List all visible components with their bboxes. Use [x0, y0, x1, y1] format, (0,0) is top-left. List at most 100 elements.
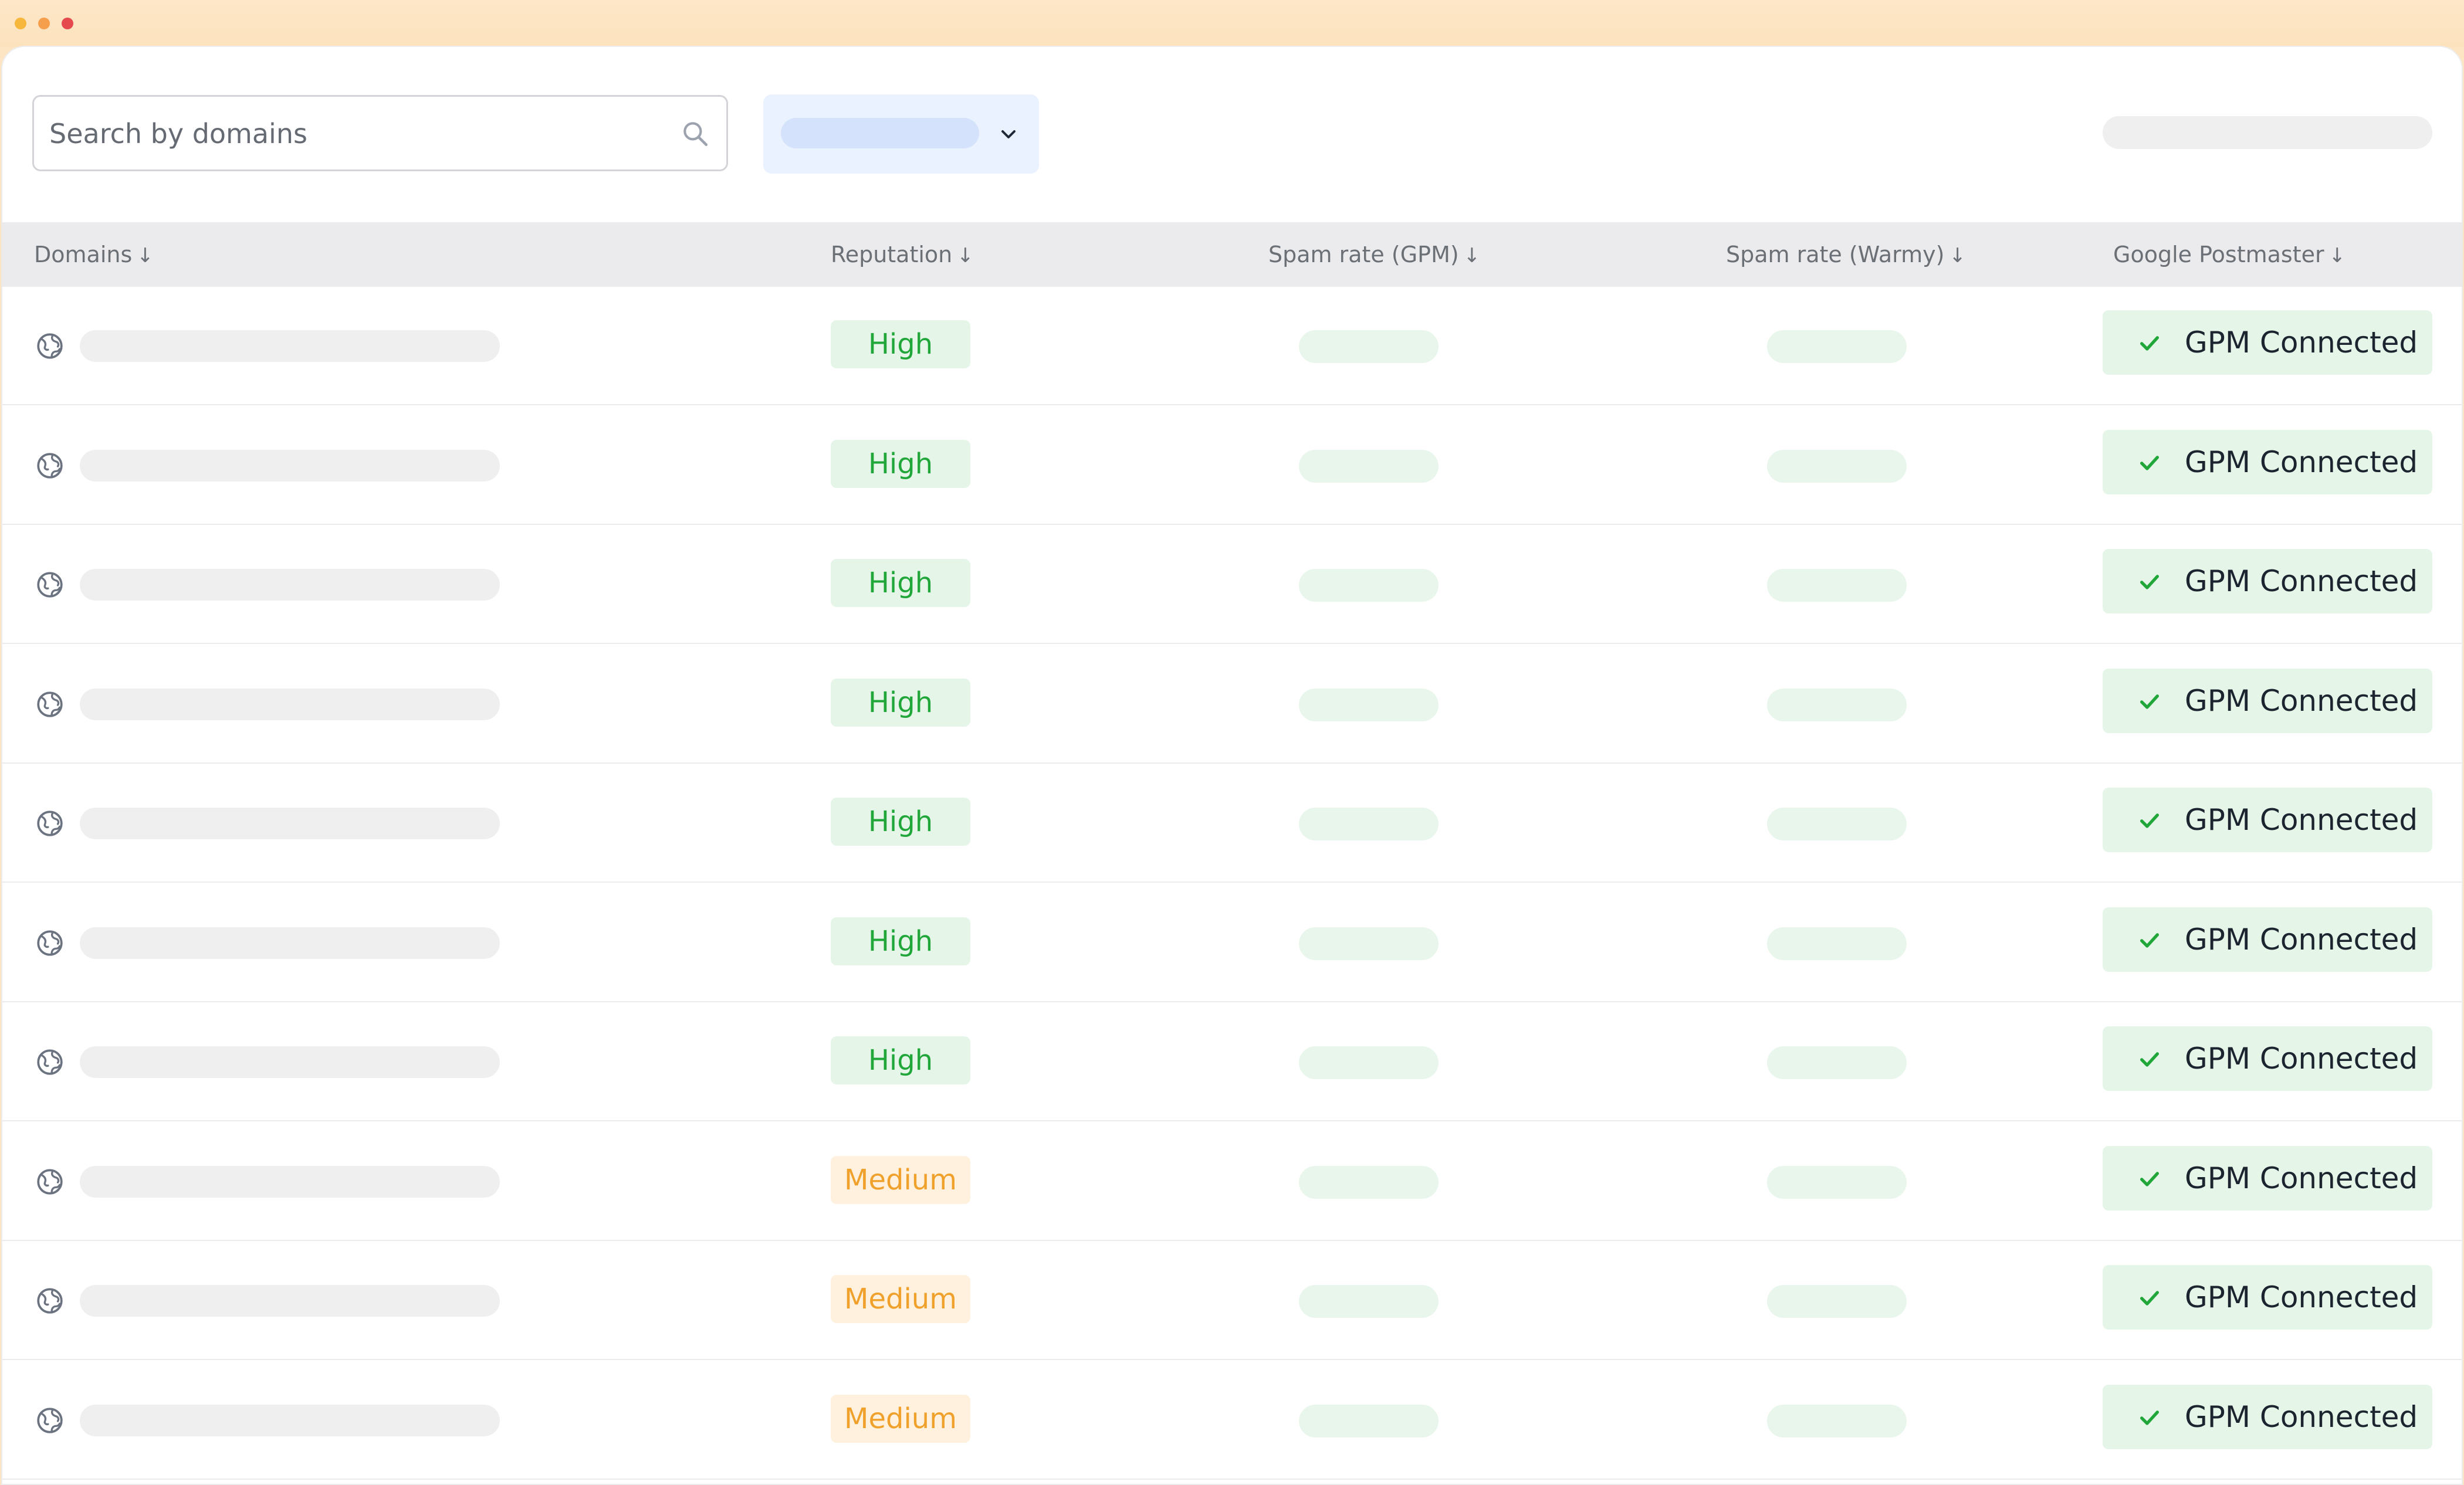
table-row[interactable]: High GPM Connected — [1, 764, 2463, 883]
check-icon — [2140, 336, 2159, 351]
domain-name-placeholder — [80, 1046, 500, 1078]
reputation-badge: High — [831, 678, 970, 727]
table-row[interactable]: High GPM Connected — [1, 1003, 2463, 1121]
search-input[interactable] — [48, 97, 661, 171]
app-window: Domains↓ Reputation↓ Spam rate (GPM)↓ Sp… — [1, 46, 2463, 1485]
gpm-status-label: GPM Connected — [2185, 1280, 2418, 1314]
reputation-badge: Medium — [831, 1394, 970, 1443]
spam-rate-gpm-placeholder — [1299, 449, 1439, 483]
check-icon — [2140, 694, 2159, 709]
domain-name-placeholder — [80, 1404, 500, 1436]
domain-name-placeholder — [80, 927, 500, 959]
table-row[interactable]: High GPM Connected — [1, 525, 2463, 644]
table-row[interactable]: High GPM Connected — [1, 406, 2463, 525]
column-header-google-postmaster[interactable]: Google Postmaster ↓ — [2113, 222, 2345, 287]
reputation-badge: High — [831, 1036, 970, 1084]
gpm-status-label: GPM Connected — [2185, 683, 2418, 718]
reputation-badge: High — [831, 320, 970, 368]
gpm-status-label: GPM Connected — [2185, 326, 2418, 360]
globe-icon — [37, 1168, 63, 1195]
column-header-spam-rate-warmy[interactable]: Spam rate (Warmy) ↓ — [1726, 222, 1966, 287]
reputation-badge: High — [831, 917, 970, 965]
spam-rate-warmy-placeholder — [1767, 808, 1907, 840]
gpm-connected-button[interactable]: GPM Connected — [2103, 907, 2432, 972]
table-header: Domains ↓ Reputation ↓ Spam rate (GPM) ↓ Sp… — [1, 222, 2463, 287]
gpm-status-label: GPM Connected — [2185, 803, 2418, 837]
table-row[interactable]: High GPM Connected — [1, 645, 2463, 764]
column-header-domains[interactable]: Domains ↓ — [34, 222, 154, 287]
globe-icon — [37, 930, 63, 956]
reputation-badge: High — [831, 559, 970, 607]
table-row[interactable]: High GPM Connected — [1, 287, 2463, 405]
spam-rate-warmy-placeholder — [1767, 330, 1907, 363]
spam-rate-gpm-placeholder — [1299, 1046, 1439, 1079]
reputation-badge: High — [831, 439, 970, 488]
search-icon[interactable] — [681, 119, 710, 148]
table-row[interactable]: Medium GPM Connected — [1, 1123, 2463, 1241]
column-header-spam-rate-gpm[interactable]: Spam rate (GPM) ↓ — [1268, 222, 1480, 287]
spam-rate-warmy-placeholder — [1767, 1404, 1907, 1437]
gpm-connected-button[interactable]: GPM Connected — [2103, 788, 2432, 852]
table-row[interactable]: High GPM Connected — [1, 884, 2463, 1002]
gpm-status-label: GPM Connected — [2185, 1161, 2418, 1195]
check-icon — [2140, 813, 2159, 828]
globe-icon — [37, 691, 63, 717]
sort-arrow-icon: ↓ — [1949, 244, 1966, 267]
gpm-status-label: GPM Connected — [2185, 1399, 2418, 1434]
gpm-connected-button[interactable]: GPM Connected — [2103, 310, 2432, 375]
gpm-connected-button[interactable]: GPM Connected — [2103, 1026, 2432, 1091]
spam-rate-gpm-placeholder — [1299, 808, 1439, 840]
sort-arrow-icon: ↓ — [957, 244, 974, 267]
gpm-connected-button[interactable]: GPM Connected — [2103, 1265, 2432, 1330]
globe-icon — [37, 1049, 63, 1075]
table-row[interactable]: Medium GPM Connected — [1, 1242, 2463, 1360]
reputation-badge: Medium — [831, 1275, 970, 1323]
globe-icon — [37, 1288, 63, 1314]
gpm-connected-button[interactable]: GPM Connected — [2103, 1384, 2432, 1449]
check-icon — [2140, 575, 2159, 589]
globe-icon — [37, 333, 63, 359]
gpm-connected-button[interactable]: GPM Connected — [2103, 1145, 2432, 1211]
check-icon — [2140, 1171, 2159, 1186]
spam-rate-gpm-placeholder — [1299, 330, 1439, 363]
domain-name-placeholder — [80, 569, 500, 601]
spam-rate-gpm-placeholder — [1299, 1165, 1439, 1199]
spam-rate-gpm-placeholder — [1299, 927, 1439, 960]
domain-name-placeholder — [80, 330, 500, 362]
reputation-badge: Medium — [831, 1155, 970, 1204]
gpm-connected-button[interactable]: GPM Connected — [2103, 549, 2432, 613]
sort-arrow-icon: ↓ — [137, 244, 154, 267]
spam-rate-warmy-placeholder — [1767, 569, 1907, 602]
search-box — [32, 95, 728, 171]
globe-icon — [37, 1407, 63, 1433]
table-row[interactable]: Medium GPM Connected — [1, 1361, 2463, 1480]
globe-icon — [37, 811, 63, 836]
domain-name-placeholder — [80, 1285, 500, 1317]
window-titlebar — [0, 0, 2464, 47]
window-dot-red[interactable] — [62, 18, 73, 29]
column-header-reputation[interactable]: Reputation ↓ — [831, 222, 974, 287]
spam-rate-warmy-placeholder — [1767, 927, 1907, 960]
window-dot-yellow[interactable] — [15, 18, 26, 29]
gpm-connected-button[interactable]: GPM Connected — [2103, 429, 2432, 494]
dropdown-value-placeholder — [781, 118, 979, 148]
gpm-connected-button[interactable]: GPM Connected — [2103, 668, 2432, 733]
gpm-status-label: GPM Connected — [2185, 564, 2418, 598]
check-icon — [2140, 1052, 2159, 1067]
globe-icon — [37, 452, 63, 479]
check-icon — [2140, 1291, 2159, 1306]
spam-rate-gpm-placeholder — [1299, 688, 1439, 721]
sort-arrow-icon: ↓ — [2328, 244, 2346, 267]
gpm-status-label: GPM Connected — [2185, 922, 2418, 957]
sort-arrow-icon: ↓ — [1463, 244, 1481, 267]
globe-icon — [37, 572, 63, 598]
spam-rate-warmy-placeholder — [1767, 1285, 1907, 1318]
spam-rate-warmy-placeholder — [1767, 688, 1907, 721]
domain-name-placeholder — [80, 1165, 500, 1198]
check-icon — [2140, 933, 2159, 948]
chevron-down-icon — [1001, 130, 1016, 138]
gpm-status-label: GPM Connected — [2185, 445, 2418, 479]
domain-filter-dropdown[interactable] — [763, 94, 1039, 174]
domain-name-placeholder — [80, 449, 500, 482]
window-dot-orange[interactable] — [38, 18, 50, 29]
